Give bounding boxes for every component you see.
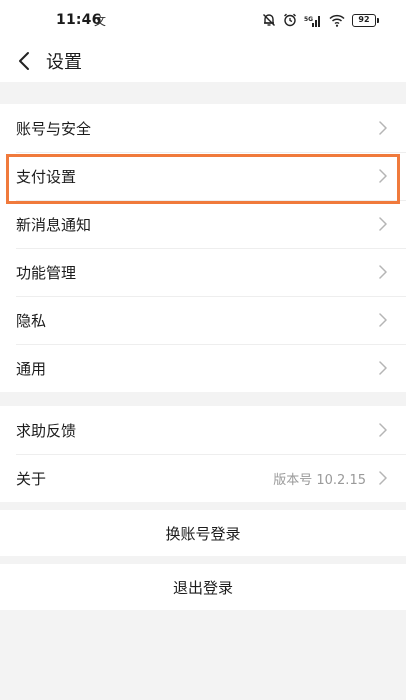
settings-item-features[interactable]: 功能管理 (0, 248, 406, 296)
chevron-right-icon (379, 361, 387, 375)
settings-group-help: 求助反馈 关于 版本号 10.2.15 (0, 406, 406, 502)
chevron-right-icon (379, 121, 387, 135)
alarm-icon (284, 13, 296, 27)
version-value: 版本号 10.2.15 (273, 472, 366, 488)
settings-item-payment[interactable]: 支付设置 (0, 152, 406, 200)
settings-item-label: 通用 (16, 359, 47, 378)
chevron-right-icon (379, 423, 387, 437)
battery-icon: 92 (352, 13, 379, 27)
chevron-right-icon (379, 217, 387, 231)
settings-item-account-security[interactable]: 账号与安全 (0, 104, 406, 152)
settings-item-label: 支付设置 (16, 167, 77, 186)
settings-item-label: 求助反馈 (16, 421, 77, 440)
settings-item-label: 账号与安全 (16, 119, 92, 138)
logout-button[interactable]: 退出登录 (0, 564, 406, 610)
chevron-right-icon (379, 313, 387, 327)
battery-level: 92 (358, 15, 370, 24)
signal-icon: 5G (304, 15, 320, 27)
chevron-right-icon (379, 265, 387, 279)
wifi-icon (329, 14, 345, 27)
chevron-right-icon (379, 169, 387, 183)
chevron-right-icon (379, 471, 387, 485)
settings-item-label: 隐私 (16, 311, 47, 330)
switch-account-button[interactable]: 换账号登录 (0, 510, 406, 556)
settings-item-notifications[interactable]: 新消息通知 (0, 200, 406, 248)
status-bar: 11:46 文 5G 92 (0, 0, 406, 40)
status-icons: 5G 92 (262, 12, 379, 28)
svg-text:5G: 5G (304, 16, 313, 23)
bell-off-icon (263, 14, 275, 26)
settings-item-label: 关于 (16, 469, 47, 488)
settings-item-label: 新消息通知 (16, 215, 92, 234)
settings-group-main: 账号与安全 支付设置 新消息通知 功能管理 隐私 通用 (0, 104, 406, 392)
settings-item-help-feedback[interactable]: 求助反馈 (0, 406, 406, 454)
chevron-left-icon (19, 52, 29, 70)
settings-item-about[interactable]: 关于 版本号 10.2.15 (0, 454, 406, 502)
settings-item-general[interactable]: 通用 (0, 344, 406, 392)
page-title: 设置 (46, 52, 82, 73)
settings-item-label: 功能管理 (16, 263, 77, 282)
back-button[interactable] (8, 44, 40, 78)
settings-item-privacy[interactable]: 隐私 (0, 296, 406, 344)
nav-bar: 设置 (0, 40, 406, 82)
status-app-glyph: 文 (94, 14, 107, 28)
